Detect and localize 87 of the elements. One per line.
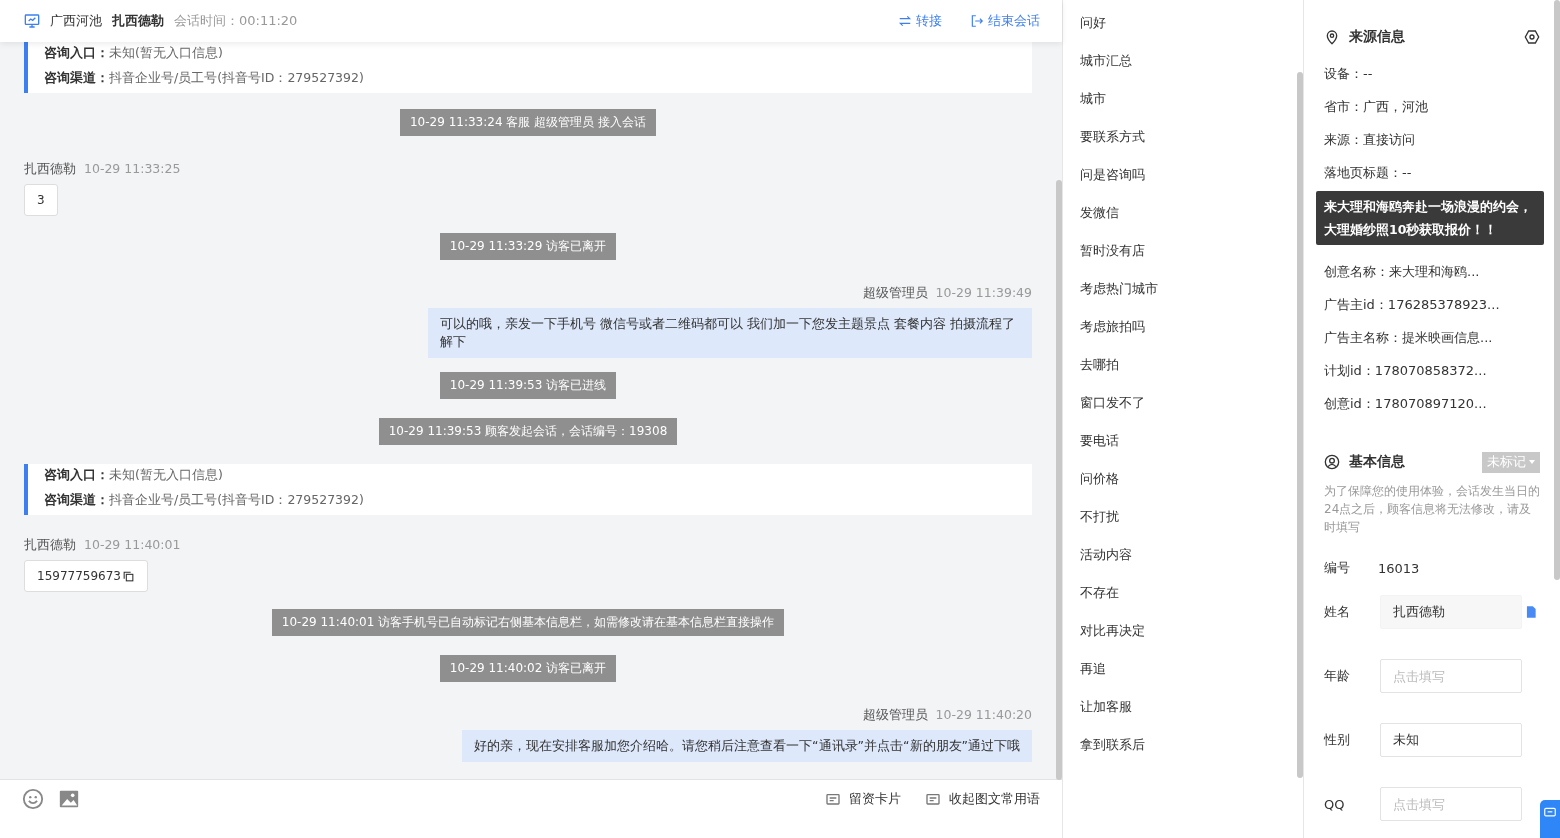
- field-label: QQ: [1324, 796, 1346, 812]
- visitor-location: 广西河池: [50, 12, 102, 30]
- copy-icon[interactable]: [122, 569, 135, 583]
- info-line: 来源：直接访问: [1324, 130, 1415, 149]
- system-notice: 10-29 11:33:24 客服 超级管理员 接入会话: [400, 109, 656, 136]
- system-notice: 10-29 11:33:29 访客已离开: [439, 233, 617, 260]
- location-pin-icon: [1324, 29, 1340, 45]
- notice-text: 为了保障您的使用体验，会话发生当日的24点之后，顾客信息将无法修改，请及时填写: [1324, 483, 1540, 536]
- system-notice: 10-29 11:40:02 访客已离开: [439, 655, 617, 682]
- scrollbar[interactable]: [1554, 0, 1560, 580]
- phrase-item[interactable]: 活动内容: [1063, 536, 1263, 574]
- phrase-item[interactable]: 去哪拍: [1063, 346, 1263, 384]
- message-bubble: 15977759673: [24, 560, 148, 592]
- message-time: 10-29 11:40:01: [84, 537, 181, 554]
- lead-card-button[interactable]: 留资卡片: [825, 791, 901, 808]
- info-line: 计划id：178070858372...: [1324, 361, 1487, 380]
- info-line: 咨询渠道：抖音企业号/员工号(抖音号ID：279527392): [44, 492, 365, 509]
- message-time: 10-29 11:40:20: [935, 707, 1032, 724]
- info-line: 创意名称：来大理和海鸥...: [1324, 262, 1480, 281]
- section-title: 基本信息: [1349, 453, 1405, 471]
- end-session-button[interactable]: 结束会话: [970, 12, 1040, 30]
- field-label: 姓名: [1324, 603, 1351, 621]
- phrase-item[interactable]: 拿到联系后: [1063, 726, 1263, 764]
- phrase-item[interactable]: 城市汇总: [1063, 42, 1263, 80]
- phrase-item[interactable]: 问是咨询吗: [1063, 156, 1263, 194]
- emoji-icon[interactable]: [22, 788, 44, 810]
- session-duration: 会话时间：00:11:20: [174, 12, 298, 30]
- sender-name: 超级管理员: [862, 707, 928, 724]
- system-notice: 10-29 11:39:53 顾客发起会话，会话编号：19308: [378, 418, 678, 445]
- hexagon-settings-icon[interactable]: [1524, 29, 1540, 45]
- section-title: 来源信息: [1349, 28, 1405, 46]
- info-line: 省市：广西，河池: [1324, 97, 1428, 116]
- customer-id: 16013: [1378, 560, 1420, 576]
- phrase-item[interactable]: 再追: [1063, 650, 1263, 688]
- phrase-item[interactable]: 发微信: [1063, 194, 1263, 232]
- field-label: 年龄: [1324, 667, 1351, 685]
- info-line: 广告主id：176285378923...: [1324, 295, 1500, 314]
- phrase-item[interactable]: 不存在: [1063, 574, 1263, 612]
- chat-icon: [1543, 806, 1557, 820]
- input-field[interactable]: 点击填写: [1380, 659, 1522, 693]
- info-line: 设备：--: [1324, 64, 1373, 83]
- field-label: 性别: [1324, 731, 1351, 749]
- info-line: 落地页标题：--: [1324, 163, 1412, 182]
- system-notice: 10-29 11:39:53 访客已进线: [439, 372, 617, 399]
- scrollbar[interactable]: [1297, 72, 1303, 778]
- message-bubble: 可以的哦，亲发一下手机号 微信号或者二维码都可以 我们加一下您发主题景点 套餐内容 拍摄流程了解下: [428, 308, 1032, 358]
- sender-name: 超级管理员: [862, 285, 928, 302]
- visitor-name: 扎西德勒: [112, 12, 164, 30]
- info-line: 创意id：178070897120...: [1324, 394, 1487, 413]
- phrase-item[interactable]: 不打扰: [1063, 498, 1263, 536]
- message-box-icon: [825, 791, 841, 808]
- user-circle-icon: [1324, 454, 1340, 470]
- swap-arrows-icon: [898, 14, 912, 28]
- input-field[interactable]: 未知: [1380, 723, 1522, 757]
- sender-name: 扎西德勒: [24, 537, 76, 554]
- info-line: 广告主名称：提米映画信息...: [1324, 328, 1493, 347]
- monitor-icon: [24, 13, 40, 29]
- image-icon[interactable]: [58, 788, 80, 810]
- phrase-item[interactable]: 问好: [1063, 4, 1263, 42]
- phrase-item[interactable]: 要联系方式: [1063, 118, 1263, 156]
- message-time: 10-29 11:33:25: [84, 161, 181, 178]
- field-label: 编号: [1324, 559, 1351, 577]
- phrase-item[interactable]: 考虑热门城市: [1063, 270, 1263, 308]
- phrase-item[interactable]: 问价格: [1063, 460, 1263, 498]
- phrase-item[interactable]: 暂时没有店: [1063, 232, 1263, 270]
- scrollbar[interactable]: [1056, 180, 1062, 780]
- tooltip: 来大理和海鸥奔赴一场浪漫的约会，大理婚纱照10秒获取报价！！: [1316, 191, 1544, 245]
- transfer-button[interactable]: 转接: [898, 12, 942, 30]
- message-bubble: 3: [24, 184, 58, 216]
- sender-name: 扎西德勒: [24, 161, 76, 178]
- info-line: 咨询渠道：抖音企业号/员工号(抖音号ID：279527392): [44, 70, 365, 87]
- message-time: 10-29 11:39:49: [935, 285, 1032, 302]
- message-bubble: 好的亲，现在安排客服加您介绍哈。请您稍后注意查看一下“通讯录”并点击“新的朋友”通过下哦: [462, 730, 1032, 762]
- phrase-item[interactable]: 城市: [1063, 80, 1263, 118]
- system-notice: 10-29 11:40:01 访客手机号已自动标记右侧基本信息栏，如需修改请在基本信息栏直接操作: [271, 609, 785, 636]
- phrase-item[interactable]: 考虑旅拍吗: [1063, 308, 1263, 346]
- message-box-icon: [925, 791, 941, 808]
- chat-float-button[interactable]: [1540, 800, 1560, 838]
- phrase-item[interactable]: 让加客服: [1063, 688, 1263, 726]
- input-field[interactable]: 点击填写: [1380, 787, 1522, 821]
- collapse-phrases-button[interactable]: 收起图文常用语: [925, 791, 1040, 808]
- phrase-item[interactable]: 窗口发不了: [1063, 384, 1263, 422]
- phrase-item[interactable]: 要电话: [1063, 422, 1263, 460]
- exit-icon: [970, 14, 984, 28]
- phrase-item[interactable]: 对比再决定: [1063, 612, 1263, 650]
- info-line: 咨询入口：未知(暂无入口信息): [44, 45, 224, 62]
- info-line: 咨询入口：未知(暂无入口信息): [44, 467, 224, 484]
